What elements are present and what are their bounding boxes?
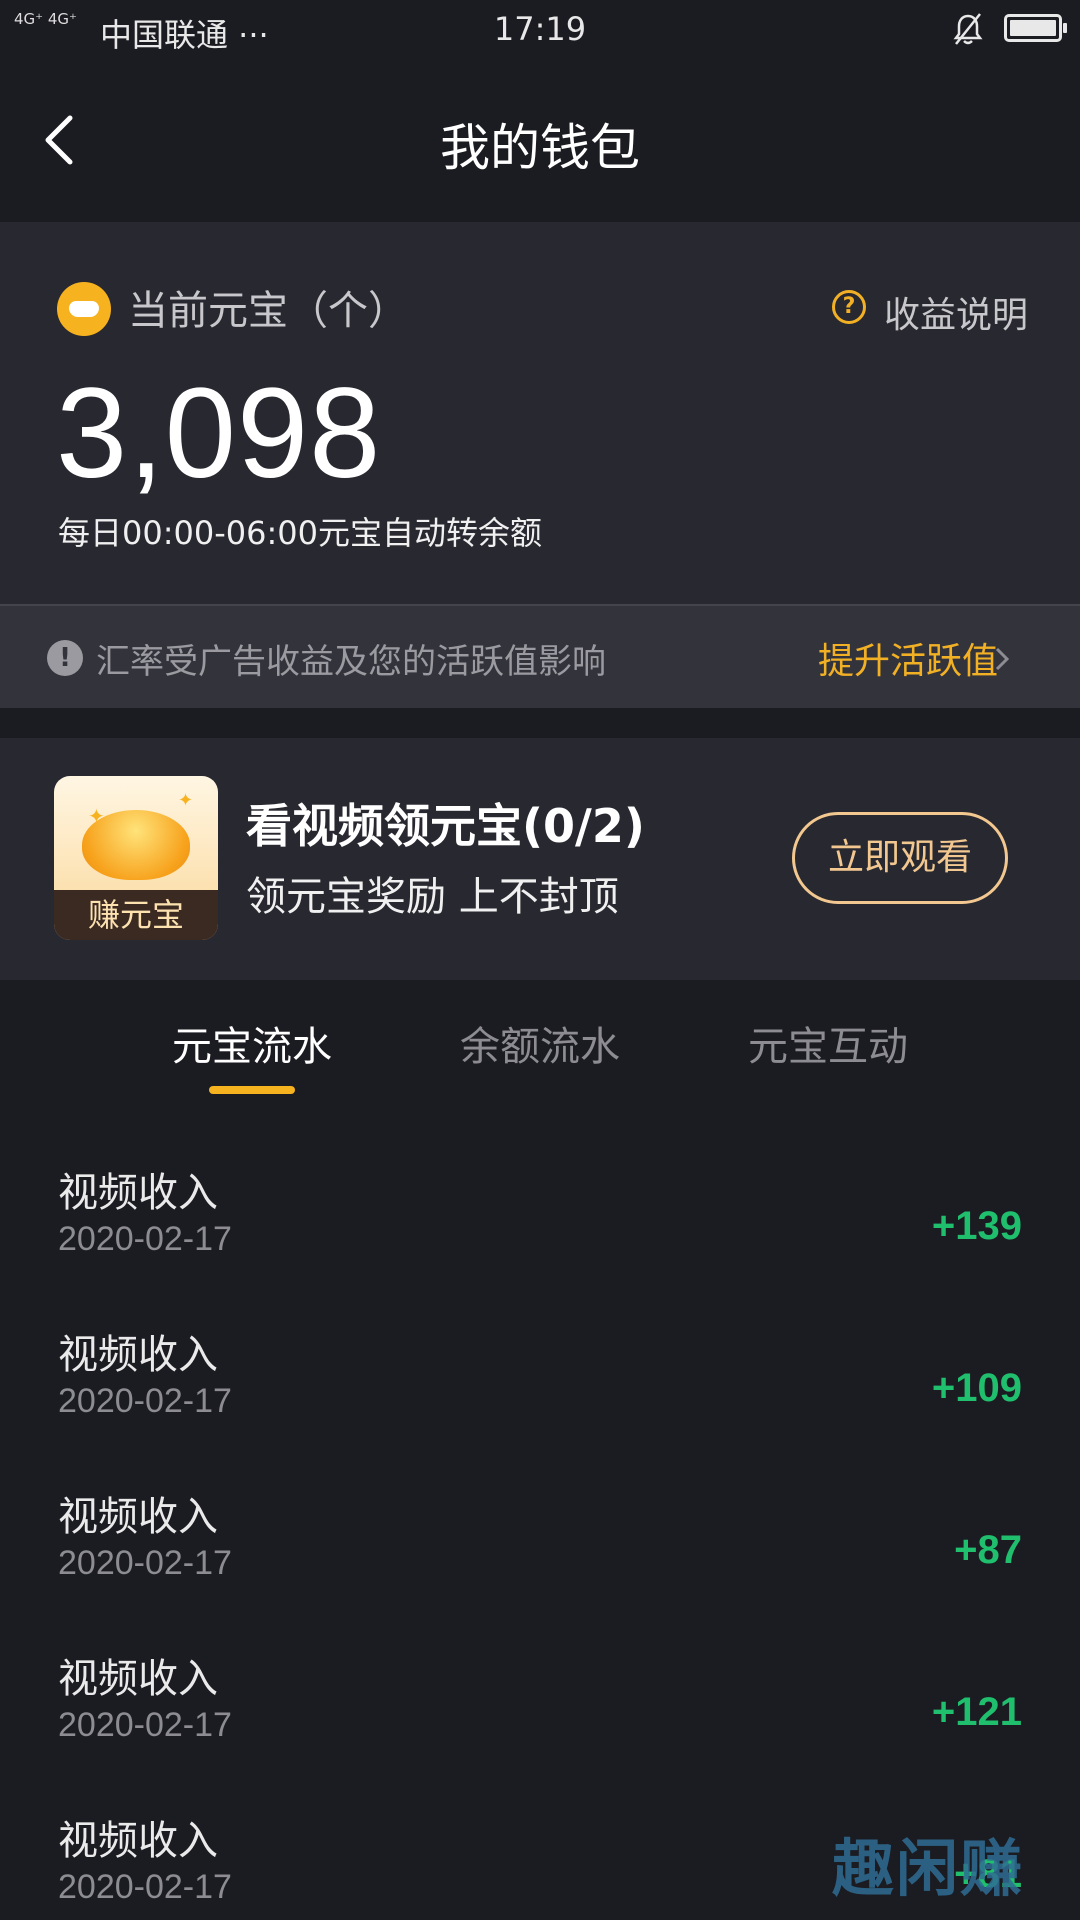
transaction-list: 视频收入 2020-02-17 +139 视频收入 2020-02-17 +10…	[0, 1130, 1080, 1920]
record-date: 2020-02-17	[58, 1868, 232, 1906]
earnings-explanation-link[interactable]: 收益说明	[884, 286, 1028, 338]
balance-card: 当前元宝（个） ? 收益说明 3,098 每日00:00-06:00元宝自动转余…	[0, 222, 1080, 604]
record-name: 视频收入	[58, 1494, 218, 1540]
record-date: 2020-02-17	[58, 1220, 232, 1258]
record-name: 视频收入	[58, 1170, 218, 1216]
page-title: 我的钱包	[440, 119, 640, 177]
exchange-rate-notice: ! 汇率受广告收益及您的活跃值影响 提升活跃值	[0, 604, 1080, 708]
balance-note: 每日00:00-06:00元宝自动转余额	[58, 514, 542, 552]
status-bar: 4G⁺ 4G⁺ 中国联通 ··· 17:19	[0, 0, 1080, 60]
list-item[interactable]: 视频收入 2020-02-17 +109	[0, 1292, 1080, 1454]
balance-label: 当前元宝（个）	[128, 288, 408, 334]
tab-ingot-interaction[interactable]: 元宝互动	[718, 1014, 938, 1072]
record-date: 2020-02-17	[58, 1382, 232, 1420]
record-name: 视频收入	[58, 1818, 218, 1864]
record-amount: +87	[954, 1528, 1022, 1572]
ingot-coin-icon	[57, 282, 111, 336]
watermark-logo: 趣闲赚	[832, 1832, 1025, 1905]
tab-ingot-ledger[interactable]: 元宝流水	[142, 1014, 362, 1072]
notice-text: 汇率受广告收益及您的活跃值影响	[96, 642, 606, 682]
ledger-tabs: 元宝流水 余额流水 元宝互动	[0, 980, 1080, 1100]
promo-subtitle: 领元宝奖励 上不封顶	[246, 874, 619, 920]
gold-ingot-icon	[82, 810, 190, 880]
boost-activity-link[interactable]: 提升活跃值	[818, 632, 998, 684]
record-amount: +121	[931, 1690, 1022, 1734]
record-date: 2020-02-17	[58, 1544, 232, 1582]
tab-balance-ledger[interactable]: 余额流水	[430, 1014, 650, 1072]
list-item[interactable]: 视频收入 2020-02-17 +87	[0, 1454, 1080, 1616]
battery-icon	[1004, 14, 1067, 42]
exclamation-icon: !	[47, 640, 83, 676]
active-tab-indicator	[209, 1086, 295, 1094]
earn-ingot-thumbnail: ✦ ✦ 赚元宝	[54, 776, 218, 940]
record-amount: +139	[931, 1204, 1022, 1248]
record-amount: +109	[931, 1366, 1022, 1410]
list-item[interactable]: 视频收入 2020-02-17 +121	[0, 1616, 1080, 1778]
watch-video-promo: ✦ ✦ 赚元宝 看视频领元宝(0/2) 领元宝奖励 上不封顶 立即观看	[0, 738, 1080, 980]
promo-title: 看视频领元宝(0/2)	[246, 799, 645, 853]
record-name: 视频收入	[58, 1332, 218, 1378]
record-date: 2020-02-17	[58, 1706, 232, 1744]
bell-muted-icon	[953, 13, 983, 45]
list-item[interactable]: 视频收入 2020-02-17 +139	[0, 1130, 1080, 1292]
watch-now-button[interactable]: 立即观看	[792, 812, 1008, 904]
chevron-right-icon[interactable]	[993, 646, 1011, 672]
nav-bar: 我的钱包	[0, 60, 1080, 222]
clock: 17:19	[493, 10, 587, 48]
sparkle-icon: ✦	[178, 790, 194, 811]
record-name: 视频收入	[58, 1656, 218, 1702]
thumbnail-label: 赚元宝	[54, 890, 218, 940]
balance-amount: 3,098	[56, 362, 382, 505]
question-icon[interactable]: ?	[832, 290, 866, 324]
